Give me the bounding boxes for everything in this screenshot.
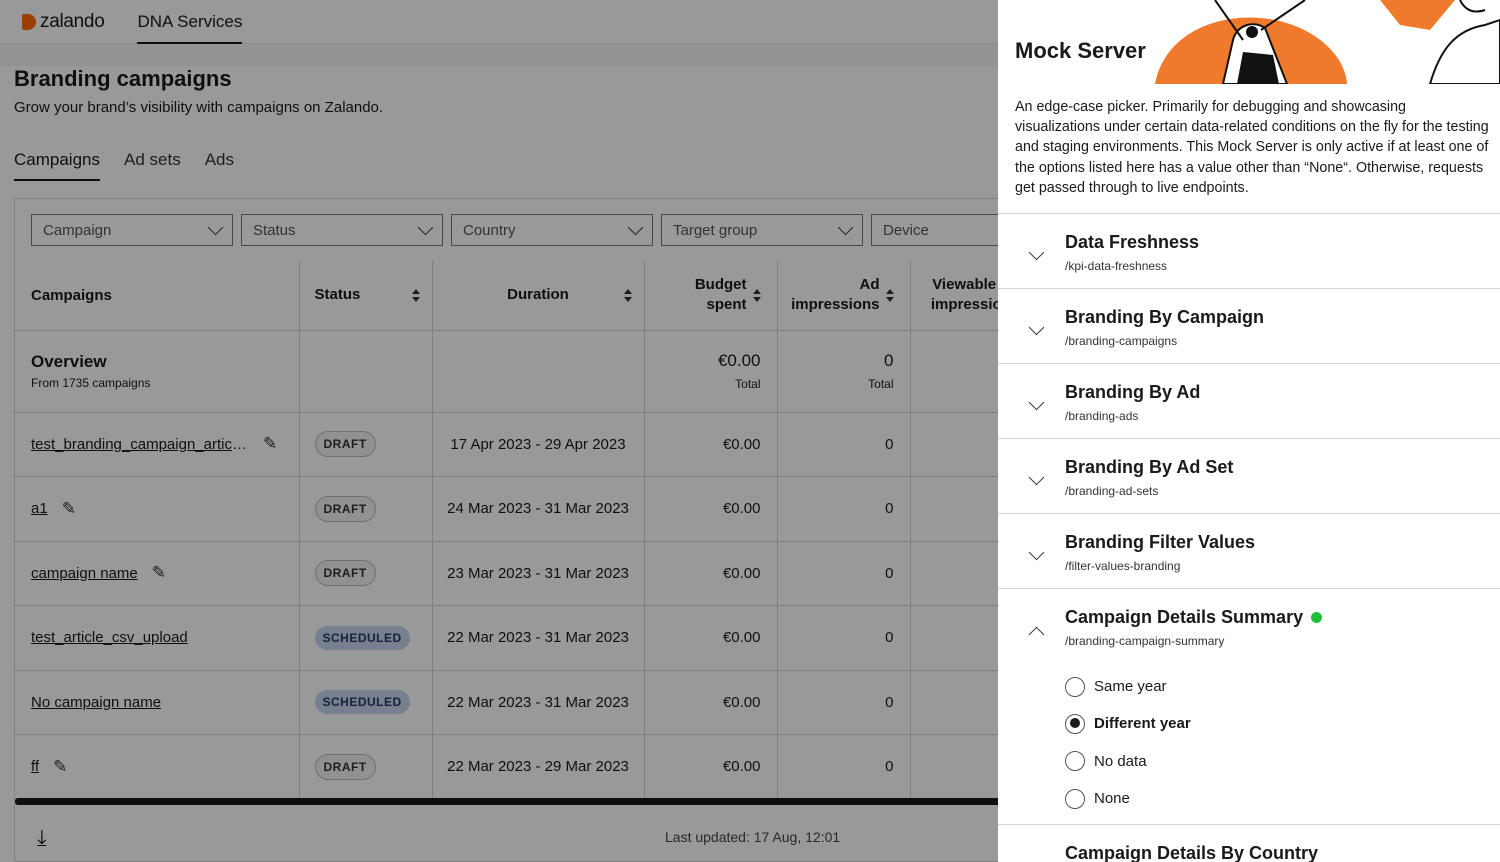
endpoint-item[interactable]: Data Freshness /kpi-data-freshness (998, 213, 1500, 288)
endpoint-name: Campaign Details By Country (1065, 843, 1319, 862)
radio-label: None (1094, 790, 1130, 808)
endpoint-item[interactable]: Branding By Campaign /branding-campaigns (998, 288, 1500, 363)
endpoint-path: /branding-campaign-summary (1065, 634, 1225, 648)
endpoint-path: /branding-campaigns (1065, 334, 1178, 348)
chevron-down-icon[interactable] (1028, 319, 1045, 336)
chevron-down-icon[interactable] (1028, 394, 1045, 411)
endpoint-path: /kpi-data-freshness (1065, 259, 1168, 273)
chevron-down-icon[interactable] (1028, 544, 1045, 561)
radio-option-selected[interactable]: Different year (1065, 705, 1191, 742)
endpoint-name: Data Freshness (1065, 232, 1200, 252)
chevron-down-icon[interactable] (1028, 469, 1045, 486)
endpoint-item[interactable]: Campaign Details By Country (998, 824, 1500, 862)
endpoint-name-text: Campaign Details Summary (1065, 607, 1304, 627)
endpoint-path: /branding-ad-sets (1065, 484, 1159, 498)
mock-server-drawer: Mock Server An edge-case picker. Primari… (998, 0, 1500, 862)
radio-label: Same year (1094, 678, 1167, 696)
endpoint-item[interactable]: Branding By Ad /branding-ads (998, 363, 1500, 438)
radio-option[interactable]: None (1065, 780, 1191, 817)
chevron-down-icon[interactable] (1028, 244, 1045, 261)
endpoint-name: Campaign Details Summary (1065, 607, 1323, 628)
drawer-title: Mock Server (1015, 38, 1146, 63)
radio-label: No data (1094, 752, 1147, 770)
endpoint-item[interactable]: Branding Filter Values /filter-values-br… (998, 513, 1500, 588)
endpoint-name: Branding By Ad (1065, 382, 1201, 402)
radio-label: Different year (1094, 715, 1191, 733)
active-status-dot (1311, 612, 1323, 623)
illustration (1155, 0, 1500, 84)
endpoint-path: /branding-ads (1065, 409, 1139, 423)
endpoint-list: Data Freshness /kpi-data-freshness Brand… (998, 213, 1500, 862)
endpoint-item[interactable]: Branding By Ad Set /branding-ad-sets (998, 438, 1500, 513)
drawer-description: An edge-case picker. Primarily for debug… (1015, 99, 1489, 196)
radio-button[interactable] (1065, 788, 1085, 809)
endpoint-path: /filter-values-branding (1065, 559, 1181, 573)
chevron-down-icon[interactable] (1028, 855, 1045, 862)
radio-option[interactable]: No data (1065, 743, 1191, 780)
endpoint-name: Branding Filter Values (1065, 532, 1256, 552)
endpoint-name: Branding By Campaign (1065, 307, 1265, 327)
radio-button[interactable] (1065, 751, 1085, 772)
option-radio-group: Same year Different year No data None (1065, 668, 1191, 817)
endpoint-name: Branding By Ad Set (1065, 457, 1234, 477)
radio-button[interactable] (1065, 676, 1085, 697)
radio-button[interactable] (1065, 713, 1085, 734)
radio-option[interactable]: Same year (1065, 668, 1191, 705)
endpoint-item-expanded[interactable]: Campaign Details Summary /branding-campa… (998, 588, 1500, 824)
chevron-up-icon[interactable] (1028, 626, 1045, 643)
